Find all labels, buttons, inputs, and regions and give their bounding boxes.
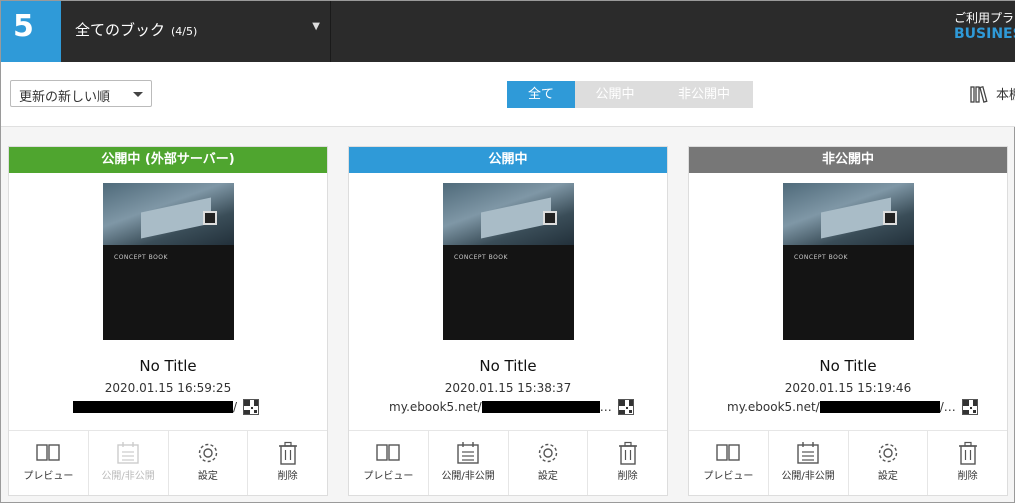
book-card: 非公開中 CONCEPT BOOK No Title 2020.01.15 15… [688, 146, 1008, 496]
redacted-url [819, 401, 940, 413]
tab-published[interactable]: 公開中 [575, 81, 655, 108]
status-badge: 公開中 [349, 147, 667, 173]
plan-label: ご利用プラ [954, 11, 1015, 25]
publish-toggle-button[interactable]: 公開/非公開 [429, 431, 509, 495]
sort-select[interactable]: 更新の新しい順 [10, 80, 152, 107]
settings-button[interactable]: 設定 [509, 431, 589, 495]
card-actions: プレビュー 公開/非公開 設定 削除 [689, 430, 1007, 495]
delete-button[interactable]: 削除 [928, 431, 1007, 495]
chevron-down-icon [133, 92, 143, 97]
book-cover-thumbnail[interactable]: CONCEPT BOOK [443, 183, 574, 340]
publish-toggle-button[interactable]: 公開/非公開 [89, 431, 169, 495]
book-updated-date: 2020.01.15 16:59:25 [104, 381, 232, 395]
book-filter-label: 全てのブック (4/5) [75, 21, 198, 39]
settings-label: 設定 [197, 471, 218, 482]
book-title: No Title [479, 357, 537, 375]
publish-toggle-label: 公開/非公開 [441, 471, 495, 482]
qr-code-icon[interactable] [617, 399, 634, 415]
preview-label: プレビュー [703, 471, 754, 482]
trash-icon [278, 441, 297, 465]
settings-button[interactable]: 設定 [169, 431, 249, 495]
cover-title: CONCEPT BOOK [114, 254, 168, 261]
book-title: No Title [139, 357, 197, 375]
status-badge: 公開中 (外部サーバー) [9, 147, 327, 173]
book-url[interactable]: / [73, 399, 260, 415]
preview-book-icon [36, 444, 61, 461]
preview-label: プレビュー [363, 471, 414, 482]
card-actions: プレビュー 公開/非公開 設定 削除 [349, 430, 667, 495]
preview-button[interactable]: プレビュー [9, 431, 89, 495]
redacted-url [73, 401, 233, 413]
book-url[interactable]: my.ebook5.net//… [727, 399, 978, 415]
app-logo[interactable]: 5 [1, 1, 61, 62]
settings-label: 設定 [877, 471, 898, 482]
publish-toggle-button[interactable]: 公開/非公開 [769, 431, 849, 495]
shelf-view-label: 本棚 [996, 88, 1015, 103]
book-card: 公開中 CONCEPT BOOK No Title 2020.01.15 15:… [348, 146, 668, 496]
book-cover-thumbnail[interactable]: CONCEPT BOOK [783, 183, 914, 340]
preview-label: プレビュー [23, 471, 74, 482]
status-filter-tabs: 全て 公開中 非公開中 [507, 81, 753, 108]
preview-button[interactable]: プレビュー [349, 431, 429, 495]
publish-toggle-label: 公開/非公開 [101, 471, 155, 482]
gear-icon [878, 443, 898, 463]
gear-icon [538, 443, 558, 463]
app-header: 5 全てのブック(4/5) ▼ ご利用プラ BUSINES [1, 1, 1015, 62]
qr-code-icon[interactable] [243, 399, 260, 415]
card-actions: プレビュー 公開/非公開 設定 削除 [9, 430, 327, 495]
redacted-url [481, 401, 600, 413]
tab-unpublished[interactable]: 非公開中 [655, 81, 753, 108]
qr-code-icon[interactable] [961, 399, 978, 415]
plan-value: BUSINES [954, 26, 1015, 42]
trash-icon [958, 441, 977, 465]
trash-icon [618, 441, 637, 465]
book-cover-thumbnail[interactable]: CONCEPT BOOK [103, 183, 234, 340]
calendar-icon [117, 442, 139, 464]
preview-book-icon [376, 444, 401, 461]
delete-label: 削除 [277, 471, 298, 482]
dropdown-arrow-icon: ▼ [312, 21, 320, 32]
book-updated-date: 2020.01.15 15:38:37 [444, 381, 572, 395]
delete-button[interactable]: 削除 [248, 431, 327, 495]
toolbar: 更新の新しい順 全て 公開中 非公開中 本棚 [1, 62, 1015, 127]
shelf-view-button[interactable]: 本棚 [970, 84, 1015, 103]
tab-all[interactable]: 全て [507, 81, 575, 108]
cover-title: CONCEPT BOOK [454, 254, 508, 261]
bookshelf-icon [970, 85, 988, 103]
book-title: No Title [819, 357, 877, 375]
preview-book-icon [716, 444, 741, 461]
delete-label: 削除 [957, 471, 978, 482]
settings-button[interactable]: 設定 [849, 431, 929, 495]
delete-label: 削除 [617, 471, 638, 482]
delete-button[interactable]: 削除 [588, 431, 667, 495]
publish-toggle-label: 公開/非公開 [781, 471, 835, 482]
settings-label: 設定 [537, 471, 558, 482]
book-card: 公開中 (外部サーバー) CONCEPT BOOK No Title 2020.… [8, 146, 328, 496]
book-updated-date: 2020.01.15 15:19:46 [784, 381, 912, 395]
gear-icon [198, 443, 218, 463]
sort-value: 更新の新しい順 [19, 90, 111, 105]
calendar-icon [797, 442, 819, 464]
book-count: (4/5) [171, 25, 198, 38]
preview-button[interactable]: プレビュー [689, 431, 769, 495]
cover-title: CONCEPT BOOK [794, 254, 848, 261]
book-url[interactable]: my.ebook5.net/… [389, 399, 634, 415]
book-filter-dropdown[interactable]: 全てのブック (4/5) ▼ [61, 1, 331, 62]
status-badge: 非公開中 [689, 147, 1007, 173]
calendar-icon [457, 442, 479, 464]
